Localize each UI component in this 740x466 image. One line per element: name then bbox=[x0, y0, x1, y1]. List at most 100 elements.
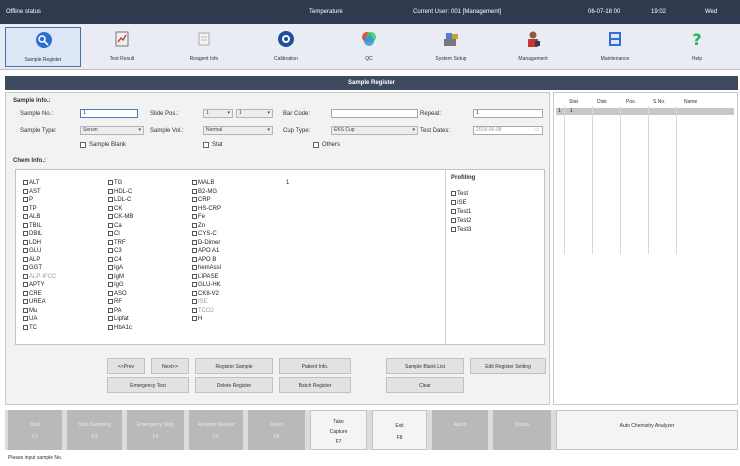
next-button[interactable]: Next>> bbox=[151, 358, 189, 374]
test-checkbox-ca[interactable]: Ca bbox=[108, 222, 122, 230]
toolbar-maintenance-button[interactable]: Maintenance bbox=[577, 27, 653, 67]
test-checkbox-ck[interactable]: CK bbox=[108, 205, 122, 213]
test-checkbox-mu[interactable]: Mu bbox=[23, 307, 37, 315]
bottom-button-exit[interactable]: Exit F8 bbox=[372, 410, 427, 450]
test-checkbox-cre[interactable]: CRE bbox=[23, 290, 42, 298]
stat-checkbox[interactable] bbox=[203, 142, 209, 148]
toolbar-test-result-button[interactable]: Test Result bbox=[84, 27, 160, 67]
sample-type-select[interactable]: Serum ▾ bbox=[80, 126, 144, 135]
edit-register-setting-button[interactable]: Edit Register Setting bbox=[470, 358, 546, 374]
sample-vol-select[interactable]: Normal ▾ bbox=[203, 126, 273, 135]
test-checkbox-fe[interactable]: Fe bbox=[192, 214, 205, 221]
prev-button[interactable]: <<Prev bbox=[107, 358, 145, 374]
test-checkbox-hemassl[interactable]: hemAssl bbox=[192, 265, 221, 272]
bottom-button-start[interactable]: Start F2 bbox=[8, 410, 62, 450]
bottom-button-auto-chemistry-analyzer[interactable]: Auto Chemistry Analyzer bbox=[556, 410, 738, 450]
bottom-button-emergency-stop[interactable]: Emergency Stop F4 bbox=[127, 410, 184, 450]
test-checkbox-igg[interactable]: IgG bbox=[108, 282, 124, 289]
profiling-checkbox-test[interactable]: Test bbox=[451, 191, 468, 198]
test-checkbox-alp[interactable]: ALP bbox=[23, 256, 40, 264]
test-checkbox-malb[interactable]: MALB bbox=[192, 180, 214, 187]
test-checkbox-d-dimer[interactable]: D-Dimer bbox=[192, 239, 220, 247]
test-checkbox-tbil[interactable]: TBIL bbox=[23, 222, 42, 230]
test-checkbox-alb[interactable]: ALB bbox=[23, 214, 40, 221]
bottom-button-alarm[interactable]: Alarm bbox=[432, 410, 488, 450]
toolbar-management-button[interactable]: Management bbox=[495, 27, 571, 67]
sample-blank-list-button[interactable]: Sample Blank List bbox=[386, 358, 464, 374]
test-checkbox-tp[interactable]: TP bbox=[23, 205, 37, 213]
test-dates-input[interactable]: 2018-06-08 ▭ bbox=[473, 126, 543, 135]
emergency-test-button[interactable]: Emergency Test bbox=[107, 377, 189, 393]
test-checkbox-ast[interactable]: AST bbox=[23, 188, 41, 196]
test-checkbox-h[interactable]: H bbox=[192, 316, 202, 323]
others-checkbox[interactable] bbox=[313, 142, 319, 148]
test-checkbox-alp-ifcc[interactable]: ALP-IFCC bbox=[23, 273, 56, 281]
clear-button[interactable]: Clear bbox=[386, 377, 464, 393]
delete-register-button[interactable]: Delete Register bbox=[195, 377, 273, 393]
test-checkbox-tc[interactable]: TC bbox=[23, 324, 37, 332]
test-checkbox-lipase[interactable]: LIPASE bbox=[192, 273, 219, 281]
test-checkbox-c4[interactable]: C4 bbox=[108, 256, 122, 264]
bottom-button-take[interactable]: Take Capture F7 bbox=[310, 410, 367, 450]
test-checkbox-igm[interactable]: IgM bbox=[108, 273, 124, 281]
test-checkbox-zn[interactable]: Zn bbox=[192, 222, 205, 230]
profiling-checkbox-ise[interactable]: ISE bbox=[451, 200, 467, 207]
test-checkbox-ldh[interactable]: LDH bbox=[23, 239, 41, 247]
test-checkbox-hs-crp[interactable]: HS-CRP bbox=[192, 205, 221, 213]
test-checkbox-b2-mg[interactable]: B2-MG bbox=[192, 188, 217, 196]
test-checkbox-rf[interactable]: RF bbox=[108, 299, 122, 306]
test-checkbox-urea[interactable]: UREA bbox=[23, 299, 46, 306]
test-checkbox-cys-c[interactable]: CYS-C bbox=[192, 231, 217, 238]
test-checkbox-crp[interactable]: CRP bbox=[192, 197, 211, 204]
repeat-input[interactable]: 1 bbox=[473, 109, 543, 118]
test-checkbox-ck-mb[interactable]: CK-MB bbox=[108, 214, 133, 221]
table-row[interactable]: 1 1 bbox=[556, 108, 734, 115]
test-checkbox-alt[interactable]: ALT bbox=[23, 180, 40, 187]
toolbar-system-setup-button[interactable]: System Setup bbox=[413, 27, 489, 67]
test-checkbox-tco2[interactable]: TCO2 bbox=[192, 307, 214, 315]
sample-no-input[interactable]: 1 bbox=[80, 109, 138, 118]
test-checkbox-cl[interactable]: Cl bbox=[108, 231, 120, 238]
test-checkbox-lipfat[interactable]: Lipfat bbox=[108, 316, 129, 323]
test-checkbox-apty[interactable]: APTY bbox=[23, 282, 45, 289]
test-checkbox-glu[interactable]: GLU bbox=[23, 248, 41, 255]
toolbar-calibration-button[interactable]: Calibration bbox=[248, 27, 324, 67]
test-checkbox-trf[interactable]: TRF bbox=[108, 239, 126, 247]
test-checkbox-glu-hk[interactable]: GLU-HK bbox=[192, 282, 221, 289]
bottom-button-reagent-review[interactable]: Reagent Review F5 bbox=[189, 410, 243, 450]
profiling-checkbox-test2[interactable]: Test2 bbox=[451, 218, 471, 225]
toolbar-help-button[interactable]: ? Help bbox=[659, 27, 735, 67]
bar-code-input[interactable] bbox=[331, 109, 418, 118]
test-checkbox-dbil[interactable]: DBIL bbox=[23, 231, 42, 238]
test-checkbox-iga[interactable]: IgA bbox=[108, 265, 123, 272]
test-checkbox-ua[interactable]: UA bbox=[23, 316, 37, 323]
test-checkbox-aso[interactable]: ASO bbox=[108, 290, 127, 298]
test-checkbox-tg[interactable]: TG bbox=[108, 180, 122, 187]
cup-type-select[interactable]: EKS Cup ▾ bbox=[331, 126, 418, 135]
bottom-button-stop-sampling[interactable]: Stop Sampling F3 bbox=[67, 410, 122, 450]
toolbar-qc-button[interactable]: QC bbox=[331, 27, 407, 67]
batch-register-button[interactable]: Batch Register bbox=[279, 377, 351, 393]
bottom-button-reset[interactable]: Reset F6 bbox=[248, 410, 305, 450]
test-checkbox-pa[interactable]: PA bbox=[108, 307, 122, 315]
toolbar-reagent-info-button[interactable]: Reagent Info bbox=[166, 27, 242, 67]
slide-pos-position-select[interactable]: 1 ▾ bbox=[236, 109, 273, 118]
profiling-checkbox-test3[interactable]: Test3 bbox=[451, 227, 471, 234]
test-checkbox-ck8-v2[interactable]: CK8-V2 bbox=[192, 290, 219, 298]
bottom-button-status[interactable]: Status bbox=[493, 410, 551, 450]
patient-info-button[interactable]: Patient Info. bbox=[279, 358, 351, 374]
test-checkbox-c3[interactable]: C3 bbox=[108, 248, 122, 255]
test-checkbox-apo-b[interactable]: APO B bbox=[192, 256, 216, 264]
test-checkbox-ldl-c[interactable]: LDL-C bbox=[108, 197, 131, 204]
test-checkbox-hba1c[interactable]: HbA1c bbox=[108, 324, 132, 332]
test-checkbox-ise[interactable]: ISE bbox=[192, 299, 208, 306]
slide-pos-rack-select[interactable]: 1 ▾ bbox=[203, 109, 233, 118]
test-checkbox-apo-a1[interactable]: APO A1 bbox=[192, 248, 219, 255]
sample-blank-checkbox[interactable] bbox=[80, 142, 86, 148]
register-sample-button[interactable]: Register Sample bbox=[195, 358, 273, 374]
test-checkbox-p[interactable]: P bbox=[23, 197, 33, 204]
toolbar-sample-register-button[interactable]: Sample Register bbox=[5, 27, 81, 67]
test-checkbox-hdl-c[interactable]: HDL-C bbox=[108, 188, 132, 196]
test-checkbox-ggt[interactable]: GGT bbox=[23, 265, 42, 272]
profiling-checkbox-test1[interactable]: Test1 bbox=[451, 209, 471, 216]
